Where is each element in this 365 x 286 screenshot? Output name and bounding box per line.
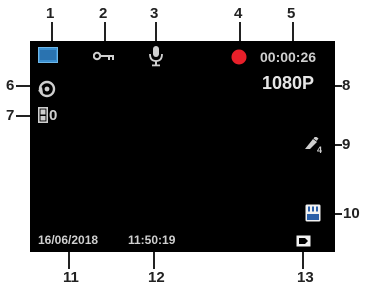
callout-13: 13 xyxy=(297,269,314,286)
callout-4: 4 xyxy=(234,5,243,22)
callout-9: 9 xyxy=(342,136,351,153)
callout-8: 8 xyxy=(342,77,351,94)
sd-card-icon xyxy=(305,204,321,222)
white-balance-value: 4 xyxy=(317,145,323,155)
callout-6: 6 xyxy=(6,77,15,94)
callout-2: 2 xyxy=(99,5,108,22)
microphone-icon xyxy=(149,46,163,67)
camera-screen: 00:00:26 0 1080P 4 16/06/2018 11:50:19 xyxy=(30,41,335,252)
time-label: 11:50:19 xyxy=(128,233,176,247)
callout-11: 11 xyxy=(63,269,79,286)
recording-timer: 00:00:26 xyxy=(260,49,317,65)
video-mode-icon xyxy=(38,47,58,63)
callout-7: 7 xyxy=(6,107,15,124)
key-lock-icon xyxy=(93,51,114,61)
loop-recording-icon xyxy=(38,80,56,98)
exposure-icon xyxy=(38,107,48,123)
callout-1: 1 xyxy=(46,5,55,22)
callout-5: 5 xyxy=(287,5,296,22)
battery-icon xyxy=(296,235,311,247)
resolution-label: 1080P xyxy=(262,73,315,93)
date-label: 16/06/2018 xyxy=(38,233,99,247)
exposure-value: 0 xyxy=(49,107,58,124)
callout-10: 10 xyxy=(343,205,360,222)
callout-12: 12 xyxy=(148,269,165,286)
callout-3: 3 xyxy=(150,5,159,22)
record-dot-icon xyxy=(231,49,247,65)
